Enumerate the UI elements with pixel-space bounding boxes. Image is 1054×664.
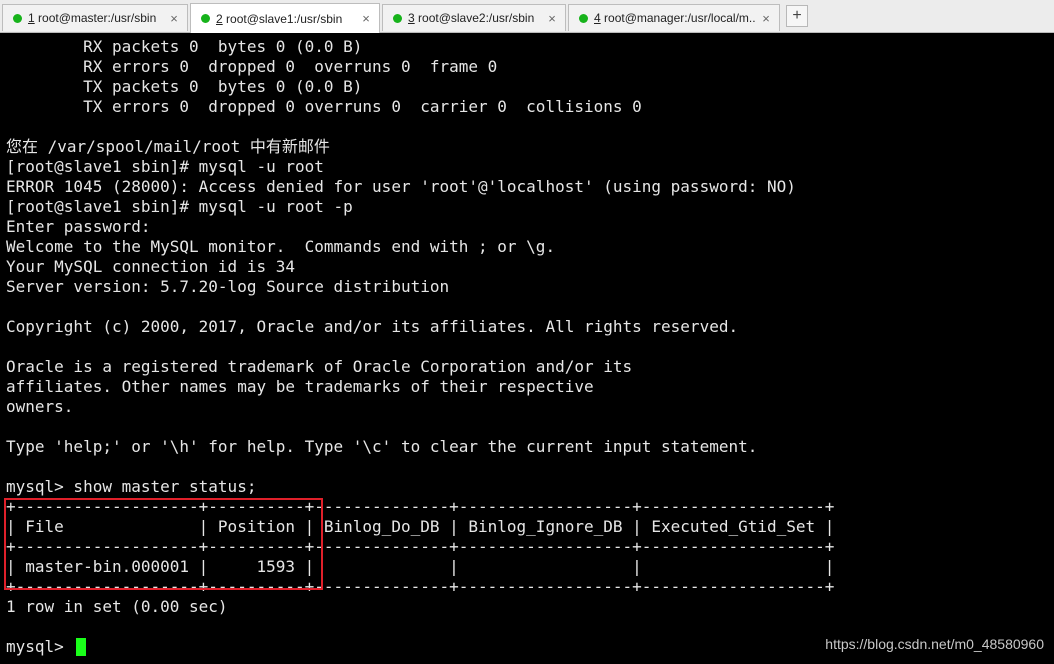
annotation-highlight-box (4, 498, 323, 590)
terminal-line: Your MySQL connection id is 34 (6, 257, 295, 276)
connected-status-icon (13, 13, 22, 23)
terminal-line: 1 row in set (0.00 sec) (6, 597, 228, 616)
terminal-line: TX packets 0 bytes 0 (0.0 B) (6, 77, 363, 96)
terminal-line: ERROR 1045 (28000): Access denied for us… (6, 177, 796, 196)
terminal-line: 您在 /var/spool/mail/root 中有新邮件 (6, 137, 330, 156)
tab-slave2[interactable]: 3 root@slave2:/usr/sbin × (382, 4, 566, 31)
terminal-line: Welcome to the MySQL monitor. Commands e… (6, 237, 556, 256)
terminal-line: mysql> show master status; (6, 477, 257, 496)
terminal-line: mysql> (6, 637, 74, 656)
terminal-line: Copyright (c) 2000, 2017, Oracle and/or … (6, 317, 739, 336)
close-icon[interactable]: × (359, 11, 373, 26)
tab-label: 2 root@slave1:/usr/sbin (216, 11, 343, 26)
terminal-line: TX errors 0 dropped 0 overruns 0 carrier… (6, 97, 642, 116)
terminal-line: Server version: 5.7.20-log Source distri… (6, 277, 450, 296)
close-icon[interactable]: × (545, 11, 559, 26)
connected-status-icon (393, 13, 402, 23)
close-icon[interactable]: × (759, 11, 773, 26)
terminal-line: [root@slave1 sbin]# mysql -u root (6, 157, 324, 176)
terminal-output[interactable]: RX packets 0 bytes 0 (0.0 B) RX errors 0… (0, 34, 1054, 664)
watermark: https://blog.csdn.net/m0_48580960 (825, 636, 1044, 652)
terminal-line: Enter password: (6, 217, 151, 236)
terminal-line: Oracle is a registered trademark of Orac… (6, 357, 633, 376)
tab-manager[interactable]: 4 root@manager:/usr/local/m... × (568, 4, 780, 31)
connected-status-icon (201, 14, 210, 23)
tab-master[interactable]: 1 root@master:/usr/sbin × (2, 4, 188, 31)
terminal-line: affiliates. Other names may be trademark… (6, 377, 594, 396)
tab-label: 1 root@master:/usr/sbin (28, 11, 157, 25)
terminal-line: RX packets 0 bytes 0 (0.0 B) (6, 37, 363, 56)
connected-status-icon (579, 13, 588, 23)
terminal-cursor (76, 638, 86, 656)
terminal-line: [root@slave1 sbin]# mysql -u root -p (6, 197, 353, 216)
tab-bar: 1 root@master:/usr/sbin × 2 root@slave1:… (0, 0, 1054, 33)
terminal-line: owners. (6, 397, 74, 416)
add-tab-button[interactable]: + (786, 5, 808, 27)
tab-label: 4 root@manager:/usr/local/m... (594, 11, 755, 25)
tab-label: 3 root@slave2:/usr/sbin (408, 11, 535, 25)
terminal-line: Type 'help;' or '\h' for help. Type '\c'… (6, 437, 758, 456)
close-icon[interactable]: × (167, 11, 181, 26)
terminal-line: RX errors 0 dropped 0 overruns 0 frame 0 (6, 57, 498, 76)
tab-slave1[interactable]: 2 root@slave1:/usr/sbin × (190, 3, 380, 33)
